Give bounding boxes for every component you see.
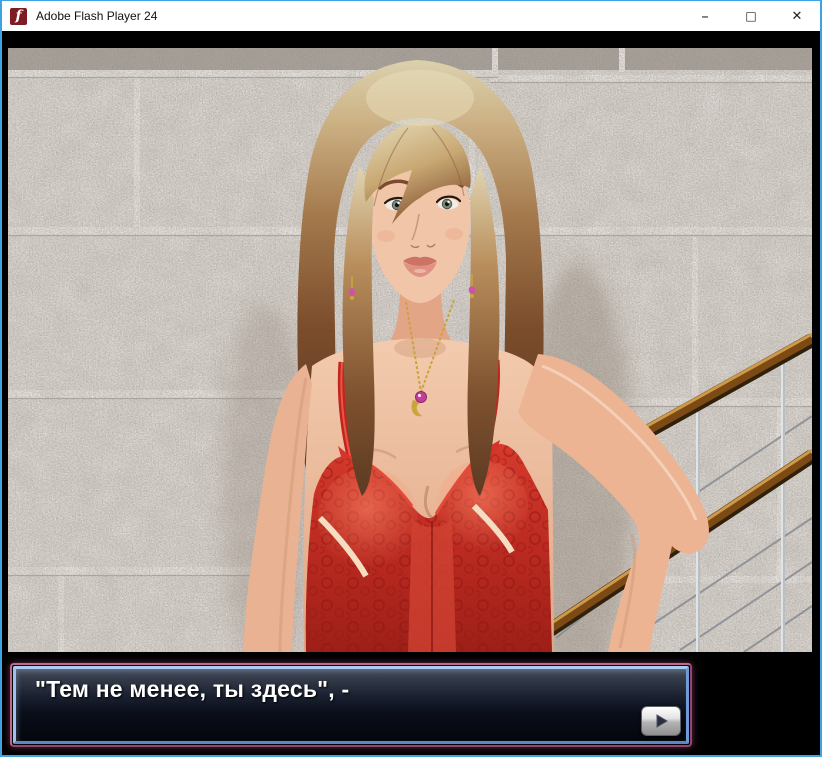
dialogue-box-inner-frame: "Тем не менее, ты здесь", - xyxy=(13,666,689,744)
flash-stage: "Тем не менее, ты здесь", - xyxy=(2,31,820,755)
advance-play-button[interactable] xyxy=(641,706,681,736)
close-button[interactable]: ✕ xyxy=(774,1,820,31)
window-title: Adobe Flash Player 24 xyxy=(36,9,157,23)
flash-app-icon: f xyxy=(10,8,27,25)
play-icon xyxy=(653,713,669,729)
dialogue-text: "Тем не менее, ты здесь", - xyxy=(35,676,626,703)
scene-illustration xyxy=(8,48,812,652)
dialogue-box-body: "Тем не менее, ты здесь", - xyxy=(16,669,686,741)
window-controls: – □ ✕ xyxy=(682,1,820,31)
scene-image xyxy=(8,48,812,652)
titlebar[interactable]: f Adobe Flash Player 24 – □ ✕ xyxy=(2,1,820,31)
adobe-flash-player-window: f Adobe Flash Player 24 – □ ✕ xyxy=(0,0,822,757)
dialogue-box[interactable]: "Тем не менее, ты здесь", - xyxy=(10,663,692,747)
maximize-button[interactable]: □ xyxy=(728,1,774,31)
